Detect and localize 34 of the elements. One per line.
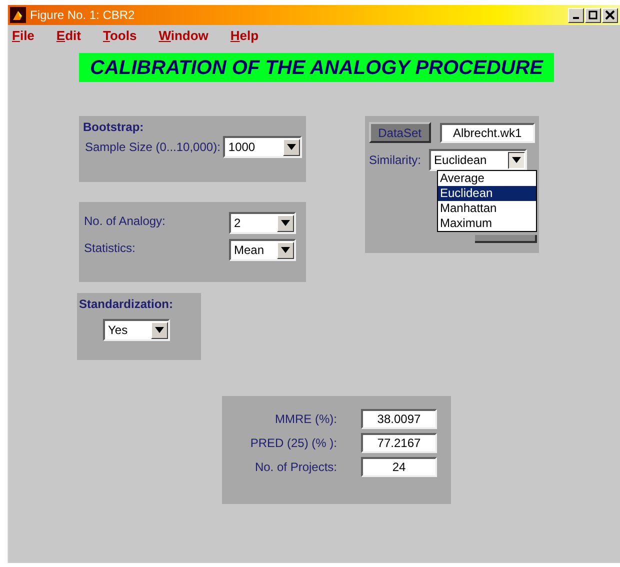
window-title: Figure No. 1: CBR2: [30, 7, 136, 24]
close-icon[interactable]: [602, 8, 618, 22]
file-name-field[interactable]: Albrecht.wk1: [440, 122, 535, 142]
field-label: MMRE (%):: [275, 411, 337, 428]
dropdown[interactable]: 1000: [223, 136, 302, 158]
dropdown-option[interactable]: Euclidean: [438, 186, 536, 201]
field-label: No. of Analogy:: [84, 213, 166, 230]
app-icon: [10, 7, 26, 23]
field-label: Statistics:: [84, 240, 136, 257]
field-label: Similarity:: [369, 152, 422, 169]
field-label: No. of Projects:: [254, 459, 337, 476]
dropdown[interactable]: Mean: [229, 239, 296, 261]
menu-item[interactable]: File: [12, 26, 34, 46]
menu-item[interactable]: Window: [158, 26, 208, 46]
dropdown[interactable]: Yes: [103, 319, 170, 341]
dropdown-option[interactable]: Maximum: [438, 216, 536, 231]
section-heading: Bootstrap:: [83, 119, 145, 136]
value-field[interactable]: 38.0097: [361, 409, 437, 429]
dropdown[interactable]: Euclidean: [429, 149, 528, 171]
banner-title: CALIBRATION OF THE ANALOGY PROCEDURE: [79, 53, 554, 82]
button[interactable]: [475, 235, 537, 243]
dropdown-option[interactable]: Average: [438, 171, 536, 186]
value-field[interactable]: 77.2167: [361, 433, 437, 453]
dropdown[interactable]: 2: [229, 212, 296, 234]
minimize-icon[interactable]: [568, 8, 584, 22]
value-field[interactable]: 24: [361, 457, 437, 477]
maximize-icon[interactable]: [585, 8, 601, 22]
menu-item[interactable]: Edit: [56, 26, 81, 46]
menu-item[interactable]: Tools: [102, 26, 137, 46]
field-label: Sample Size (0...10,000):: [85, 139, 220, 156]
menu-item[interactable]: Help: [230, 26, 259, 46]
dropdown-option[interactable]: Manhattan: [438, 201, 536, 216]
field-label: PRED (25) (% ):: [250, 435, 337, 452]
section-heading: Standardization:: [79, 296, 174, 313]
